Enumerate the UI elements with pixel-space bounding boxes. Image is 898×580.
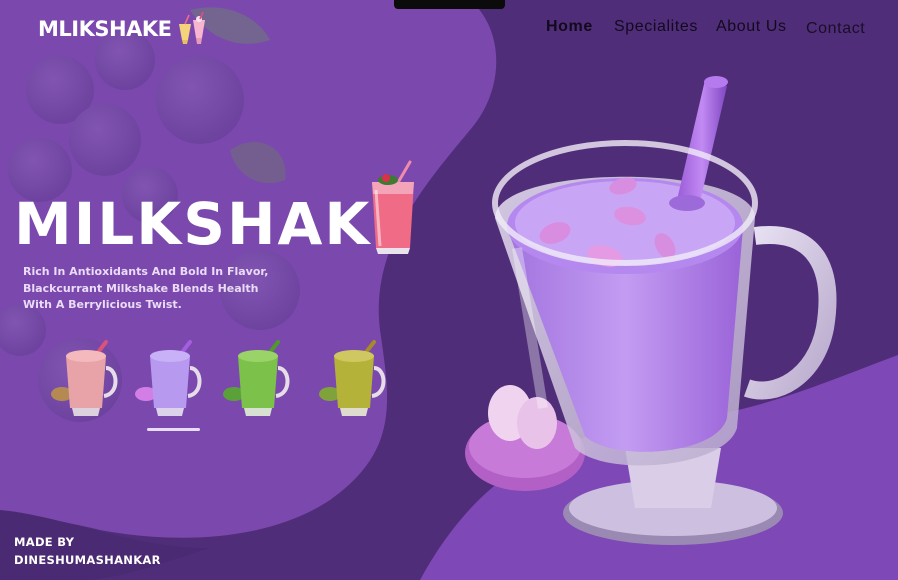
mango-pistachio-mug-icon xyxy=(319,340,386,416)
flavor-thumbnails xyxy=(0,336,420,436)
blackcurrant-mug-icon xyxy=(135,340,202,416)
pistachio-mug-icon xyxy=(223,340,290,416)
strawberry-shake-icon xyxy=(372,160,414,254)
hero-description-line: Rich In Antioxidants And Bold In Flavor, xyxy=(23,265,269,278)
nav-about-link[interactable]: About Us xyxy=(716,18,787,36)
credit-label: MADE BY xyxy=(14,535,75,549)
main-nav: Home Specialites About Us Contact xyxy=(0,18,898,40)
nav-specialites-link[interactable]: Specialites xyxy=(614,18,698,36)
hero-description-line: With A Berrylicious Twist. xyxy=(23,298,182,311)
nav-contact-link[interactable]: Contact xyxy=(806,20,865,38)
strawberry-mug-icon xyxy=(51,340,118,416)
credit: MADE BY DINESHUMASHANKAR xyxy=(14,533,161,569)
selected-thumbnail-indicator xyxy=(147,428,200,431)
camera-notch xyxy=(394,0,505,9)
thumbnail-mango-pistachio[interactable] xyxy=(316,336,394,426)
thumbnail-blackcurrant[interactable] xyxy=(132,336,210,426)
hero-title: MILKSHAKE xyxy=(14,190,413,258)
hero-description: Rich In Antioxidants And Bold In Flavor,… xyxy=(23,264,293,314)
nav-home-link[interactable]: Home xyxy=(546,18,593,36)
hero-description-line: Blackcurrant Milkshake Blends Health xyxy=(23,281,259,295)
blackcurrant-milkshake-mug-image xyxy=(465,76,837,545)
thumbnail-strawberry[interactable] xyxy=(48,336,126,426)
credit-name: DINESHUMASHANKAR xyxy=(14,553,161,567)
thumbnail-pistachio[interactable] xyxy=(220,336,298,426)
